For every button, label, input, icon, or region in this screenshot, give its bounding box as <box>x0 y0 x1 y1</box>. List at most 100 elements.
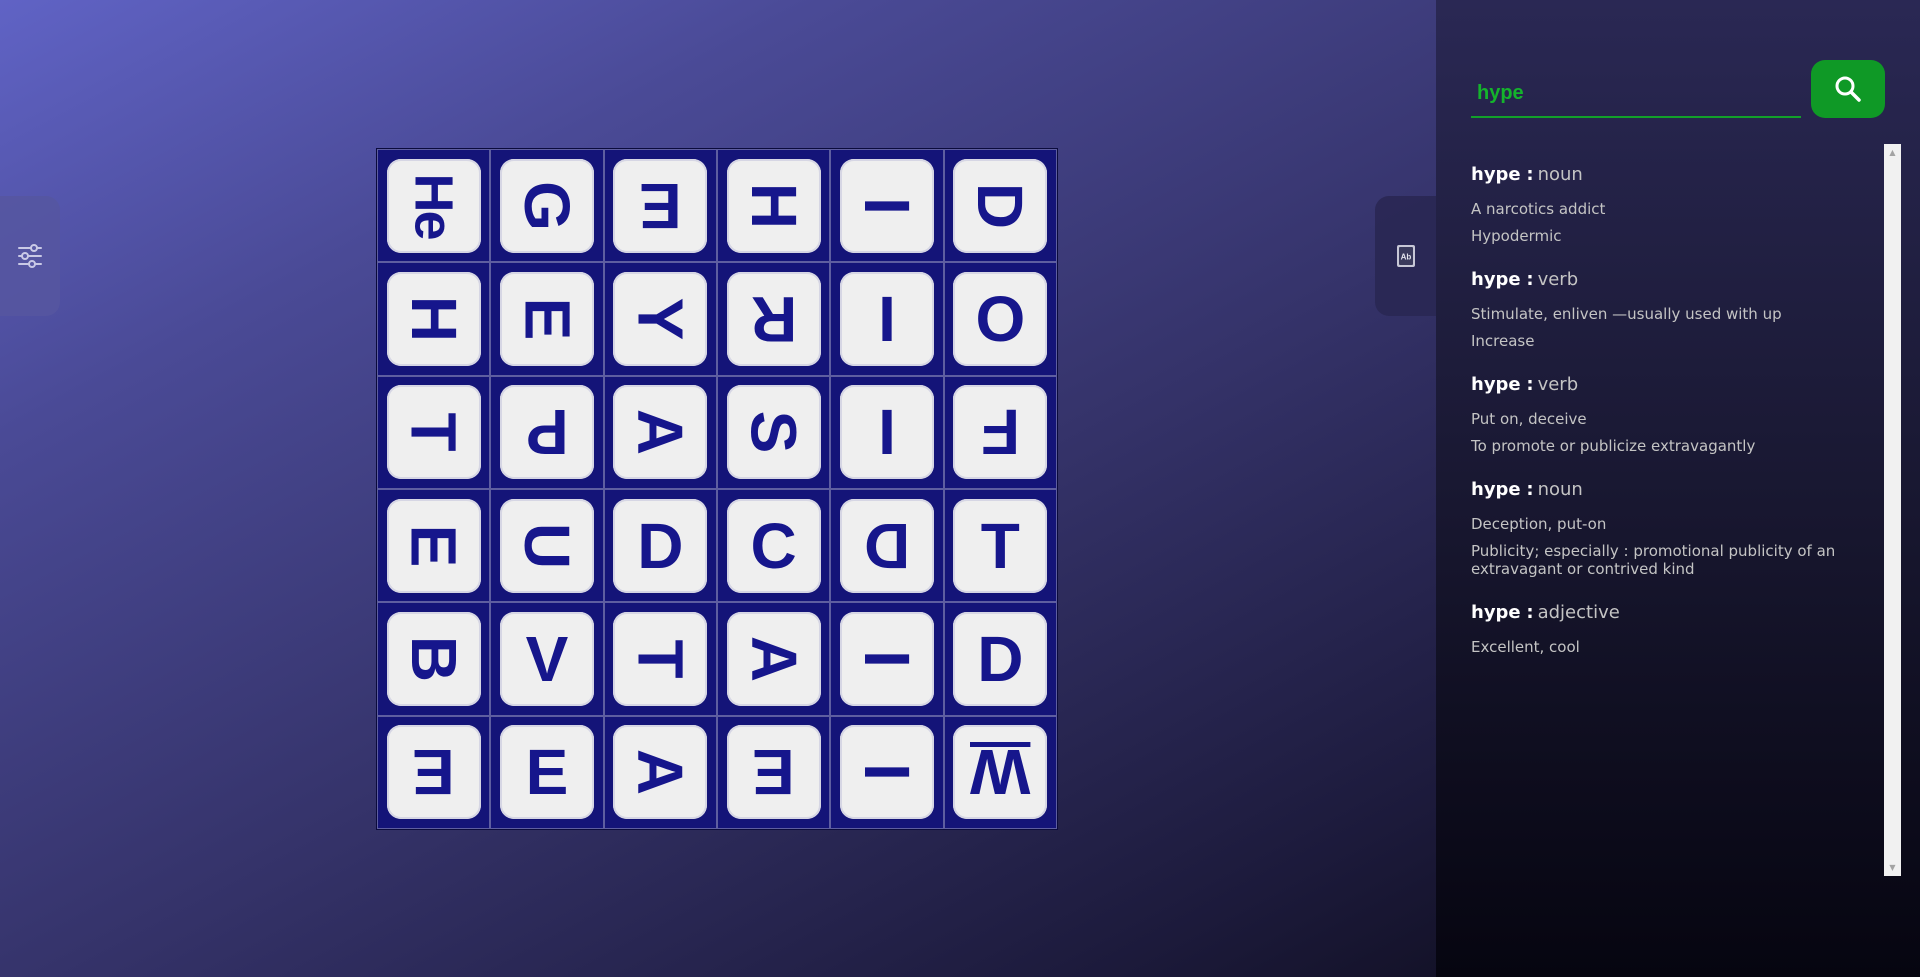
letter-die[interactable]: E <box>499 271 594 366</box>
search-button[interactable] <box>1811 60 1885 118</box>
letter-die[interactable]: A <box>726 611 821 706</box>
game-board: He G E H I D H E Y R I O T P A S I F E U D C D T B V T A I D E E A E I W <box>376 148 1058 830</box>
letter-die[interactable]: A <box>613 385 708 480</box>
letter-die[interactable]: I <box>839 158 934 253</box>
definition-text: Excellent, cool <box>1471 638 1580 656</box>
die-letter: S <box>737 410 810 454</box>
letter-die[interactable]: Y <box>613 271 708 366</box>
die-letter: He <box>403 173 464 239</box>
letter-die[interactable]: G <box>499 158 594 253</box>
letter-die[interactable]: H <box>386 271 481 366</box>
letter-die[interactable]: E <box>386 498 481 593</box>
letter-die[interactable]: W <box>953 725 1048 820</box>
letter-die[interactable]: E <box>726 725 821 820</box>
board-cell: P <box>490 375 604 489</box>
die-letter: O <box>975 282 1026 355</box>
board-cell: V <box>490 602 604 716</box>
letter-die[interactable]: E <box>499 725 594 820</box>
letter-die[interactable]: D <box>953 158 1048 253</box>
scroll-up-arrow[interactable]: ▲ <box>1884 144 1901 161</box>
letter-die[interactable]: He <box>386 158 481 253</box>
settings-tab[interactable] <box>0 196 60 316</box>
board-cell: E <box>490 715 604 829</box>
letter-die[interactable]: T <box>953 498 1048 593</box>
die-letter: E <box>525 736 569 809</box>
die-letter: C <box>750 509 797 582</box>
board-cell: U <box>490 489 604 603</box>
letter-die[interactable]: A <box>613 725 708 820</box>
part-of-speech: verb <box>1537 374 1579 395</box>
board-cell: E <box>377 489 491 603</box>
die-letter: I <box>850 650 923 668</box>
die-letter: E <box>412 736 455 809</box>
definition-text: To promote or publicize extravagantly <box>1471 437 1756 455</box>
board-cell: I <box>830 375 944 489</box>
board-cell: D <box>830 489 944 603</box>
definition-text: Increase <box>1471 332 1535 350</box>
part-of-speech: verb <box>1537 269 1579 290</box>
board-cell: H <box>377 262 491 376</box>
entry-heading: hype : adjective <box>1471 602 1865 624</box>
search-input[interactable] <box>1471 70 1801 118</box>
definition-entry: hype : noun Deception, put-on Publicity; es… <box>1471 479 1865 578</box>
board-cell: T <box>943 489 1057 603</box>
letter-die[interactable]: D <box>953 611 1048 706</box>
scrollbar[interactable]: ▲ ▼ <box>1884 144 1901 876</box>
definition-text: Publicity; especially : promotional publ… <box>1471 542 1836 578</box>
letter-die[interactable]: H <box>726 158 821 253</box>
letter-die[interactable]: I <box>839 611 934 706</box>
letter-die[interactable]: E <box>613 158 708 253</box>
board-cell: E <box>717 715 831 829</box>
definition-text: Stimulate, enliven —usually used with up <box>1471 305 1782 323</box>
die-letter: I <box>878 282 896 355</box>
entry-separator: : <box>1526 164 1534 185</box>
definition-text: Hypodermic <box>1471 227 1562 245</box>
die-letter: A <box>737 635 810 683</box>
board-cell: He <box>377 149 491 263</box>
letter-die[interactable]: R <box>726 271 821 366</box>
entry-word: hype <box>1471 602 1521 623</box>
letter-die[interactable]: F <box>953 385 1048 480</box>
die-letter: D <box>977 622 1024 695</box>
die-letter: A <box>624 749 697 796</box>
entry-separator: : <box>1526 269 1534 290</box>
entry-word: hype <box>1471 374 1521 395</box>
letter-die[interactable]: V <box>499 611 594 706</box>
die-letter: T <box>624 639 697 679</box>
letter-die[interactable]: S <box>726 385 821 480</box>
letter-die[interactable]: I <box>839 271 934 366</box>
board-cell: D <box>603 489 717 603</box>
letter-die[interactable]: I <box>839 725 934 820</box>
die-letter: A <box>624 409 697 456</box>
die-letter: E <box>510 297 583 341</box>
die-letter: I <box>850 763 923 782</box>
letter-die[interactable]: T <box>386 385 481 480</box>
letter-die[interactable]: I <box>839 385 934 480</box>
definition-list: hype : noun A narcotics addict Hypodermic hy… <box>1471 144 1865 876</box>
dictionary-tab[interactable]: Ab <box>1375 196 1436 316</box>
board-cell: E <box>377 715 491 829</box>
scroll-down-arrow[interactable]: ▼ <box>1884 859 1901 876</box>
letter-die[interactable]: U <box>499 498 594 593</box>
entry-heading: hype : noun <box>1471 479 1865 501</box>
letter-die[interactable]: B <box>386 611 481 706</box>
die-letter: V <box>525 622 569 695</box>
entry-word: hype <box>1471 269 1521 290</box>
die-letter: F <box>980 396 1020 469</box>
letter-die[interactable]: D <box>613 498 708 593</box>
letter-die[interactable]: P <box>499 385 594 480</box>
board-cell: I <box>830 262 944 376</box>
definition-results: hype : noun A narcotics addict Hypodermic hy… <box>1471 144 1901 876</box>
letter-die[interactable]: O <box>953 271 1048 366</box>
board-cell: Y <box>603 262 717 376</box>
letter-die[interactable]: T <box>613 611 708 706</box>
letter-die[interactable]: D <box>839 498 934 593</box>
entry-separator: : <box>1526 602 1534 623</box>
board-cell: I <box>830 602 944 716</box>
board-cell: E <box>603 149 717 263</box>
board-cell: G <box>490 149 604 263</box>
letter-die[interactable]: C <box>726 498 821 593</box>
board-cell: E <box>490 262 604 376</box>
dictionary-panel: hype :nounA narcotics addictHypodermichy… <box>1436 0 1920 977</box>
letter-die[interactable]: E <box>386 725 481 820</box>
